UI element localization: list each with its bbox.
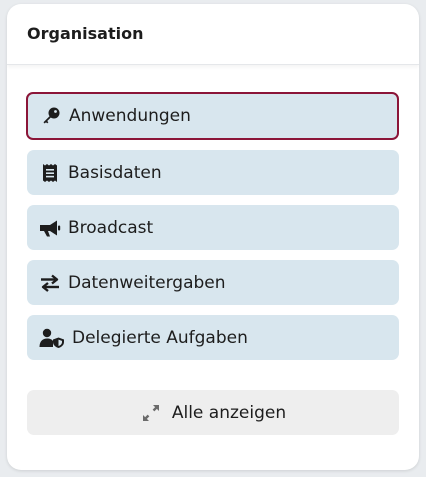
anwendungen-button[interactable]: Anwendungen [26,92,399,140]
datenweitergaben-label: Datenweitergaben [68,272,226,293]
card-header: Organisation [7,4,419,65]
user-shield-icon [39,327,65,349]
organisation-card: Organisation Anwendungen Basisdaten Broa… [7,4,419,470]
show-all-label: Alle anzeigen [171,402,287,423]
broadcast-button[interactable]: Broadcast [27,205,399,250]
exchange-arrows-icon [39,272,61,294]
basisdaten-button[interactable]: Basisdaten [27,150,399,195]
megaphone-icon [39,217,61,239]
delegierte-aufgaben-label: Delegierte Aufgaben [72,327,248,348]
datenweitergaben-button[interactable]: Datenweitergaben [27,260,399,305]
receipt-icon [39,162,61,184]
basisdaten-label: Basisdaten [68,162,162,183]
delegierte-aufgaben-button[interactable]: Delegierte Aufgaben [27,315,399,360]
expand-icon [140,402,162,424]
broadcast-label: Broadcast [68,217,154,238]
card-title: Organisation [27,23,144,43]
anwendungen-label: Anwendungen [69,106,191,126]
show-all-button[interactable]: Alle anzeigen [27,390,399,435]
key-icon [40,105,62,127]
